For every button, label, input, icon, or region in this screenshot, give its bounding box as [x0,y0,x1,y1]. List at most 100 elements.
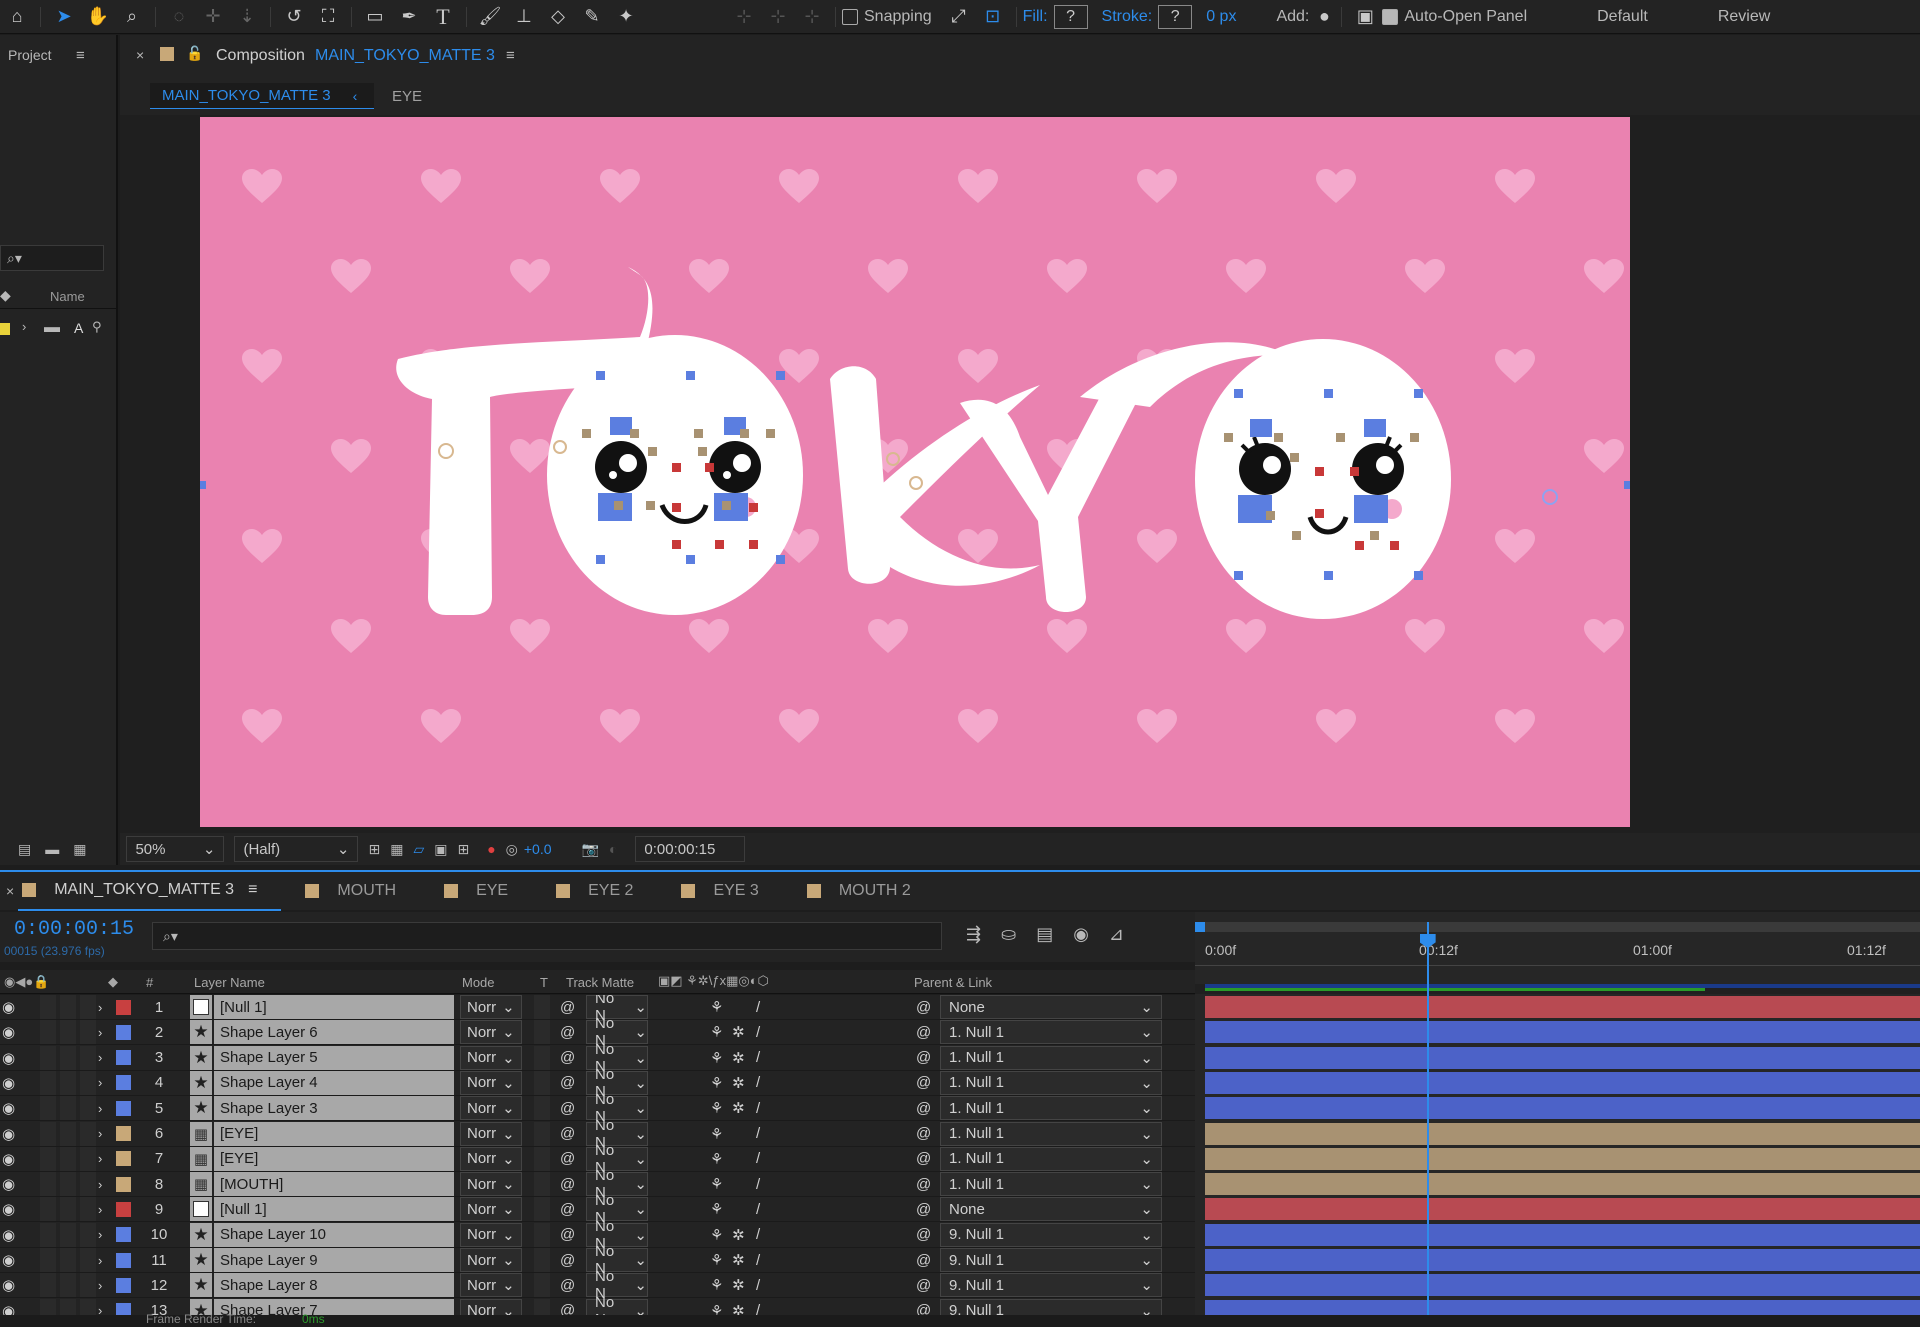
blend-mode-dropdown[interactable]: Norr ⌄ [460,1146,522,1171]
layer-duration-bar[interactable] [1205,1122,1920,1145]
matte-pickwhip-icon[interactable]: @ [560,1299,575,1315]
workspace-review[interactable]: Review [1718,8,1770,26]
quality-switch-icon[interactable]: / [756,1197,760,1221]
exposure-value[interactable]: +0.0 [524,841,552,857]
matte-pickwhip-icon[interactable]: @ [560,1071,575,1095]
layer-label-swatch[interactable] [116,1100,131,1116]
expand-chevron-icon[interactable]: › [98,1248,102,1272]
lock-toggle[interactable] [80,1045,96,1070]
rotation-tool-icon[interactable]: ↺ [277,0,311,34]
preserve-transparency-toggle[interactable] [534,1121,550,1146]
eraser-tool-icon[interactable]: ◇ [541,0,575,34]
matte-pickwhip-icon[interactable]: @ [560,1248,575,1272]
orbit-camera-icon[interactable]: ◌ [162,0,196,34]
timeline-graph-area[interactable]: 0:00f 00:12f 01:00f 01:12f [1195,912,1920,1322]
parent-pickwhip-icon[interactable]: @ [916,1096,931,1120]
layer-name[interactable]: [Null 1] [214,995,454,1019]
resolution-dropdown[interactable]: (Half) ⌄ [234,836,359,862]
expand-chevron-icon[interactable]: › [98,1197,102,1221]
parent-dropdown[interactable]: 1. Null 1 ⌄ [940,1121,1162,1146]
layer-duration-bar[interactable] [1205,1071,1920,1094]
parent-dropdown[interactable]: 9. Null 1 ⌄ [940,1298,1162,1315]
fast-previews-icon[interactable]: ⊞ [368,841,380,858]
layer-duration-bar[interactable] [1205,1046,1920,1069]
blend-mode-dropdown[interactable]: Norr ⌄ [460,1222,522,1247]
quality-switch-icon[interactable]: / [756,1299,760,1315]
blend-mode-dropdown[interactable]: Norr ⌄ [460,1273,522,1298]
solo-toggle[interactable] [60,1045,76,1070]
layer-label-swatch[interactable] [116,1201,131,1217]
solo-toggle[interactable] [60,1146,76,1171]
region-of-interest-icon[interactable]: ▣ [434,841,447,858]
layer-label-swatch[interactable] [116,1151,131,1167]
parent-dropdown[interactable]: 1. Null 1 ⌄ [940,1146,1162,1171]
parent-pickwhip-icon[interactable]: @ [916,1071,931,1095]
world-axis-icon[interactable]: ⊹ [761,0,795,34]
layer-label-swatch[interactable] [116,1126,131,1141]
current-time-display[interactable]: 0:00:00:15 [635,836,746,862]
matte-pickwhip-icon[interactable]: @ [560,1122,575,1146]
zoom-tool-icon[interactable]: ⌕ [115,0,149,34]
layer-label-swatch[interactable] [116,1303,131,1315]
transparency-grid-icon[interactable]: ▦ [390,841,403,858]
solo-toggle[interactable] [60,1096,76,1121]
shy-switch-icon[interactable]: ⚘ [710,1248,723,1272]
preserve-transparency-toggle[interactable] [534,1172,550,1197]
composition-canvas[interactable] [200,117,1630,827]
quality-switch-icon[interactable]: / [756,1223,760,1247]
parent-pickwhip-icon[interactable]: @ [916,995,931,1019]
visibility-eye-icon[interactable]: ◉ [2,1096,15,1120]
quality-switch-icon[interactable]: / [756,1172,760,1196]
project-title[interactable]: Project [8,47,52,63]
layer-label-swatch[interactable] [116,1277,131,1293]
shy-layers-icon[interactable]: ⛀ [1001,924,1016,945]
layer-label-swatch[interactable] [116,1075,131,1091]
matte-pickwhip-icon[interactable]: @ [560,1147,575,1171]
expand-chevron-icon[interactable]: › [98,1071,102,1095]
layer-name[interactable]: Shape Layer 3 [214,1096,454,1121]
show-snapshot-icon[interactable]: ◐ [609,841,617,857]
parent-dropdown[interactable]: 1. Null 1 ⌄ [940,1070,1162,1095]
preserve-transparency-toggle[interactable] [534,1096,550,1121]
preserve-transparency-toggle[interactable] [534,995,550,1019]
parent-dropdown[interactable]: None ⌄ [940,995,1162,1019]
preserve-transparency-toggle[interactable] [534,1045,550,1070]
solo-toggle[interactable] [60,1070,76,1095]
parent-dropdown[interactable]: 1. Null 1 ⌄ [940,1172,1162,1197]
parent-pickwhip-icon[interactable]: @ [916,1273,931,1297]
layer-duration-bar[interactable] [1205,1173,1920,1196]
layer-search-input[interactable]: ⌕▾ [152,922,942,950]
blend-mode-dropdown[interactable]: Norr ⌄ [460,1121,522,1146]
quality-switch-icon[interactable]: / [756,1248,760,1272]
work-area-start-handle[interactable] [1195,922,1205,932]
layer-duration-bar[interactable] [1205,1249,1920,1271]
project-folder-item[interactable]: › ▬ A ⚲ [0,317,118,341]
clone-stamp-tool-icon[interactable]: ⊥ [507,0,541,34]
label-header-icon[interactable]: ◆ [108,974,118,990]
composition-name[interactable]: MAIN_TOKYO_MATTE 3 [315,47,495,65]
motion-blur-icon[interactable]: ◉ [1073,924,1089,945]
matte-pickwhip-icon[interactable]: @ [560,995,575,1019]
project-search-input[interactable]: ⌕▾ [0,245,104,271]
audio-toggle[interactable] [40,1273,56,1298]
visibility-eye-icon[interactable]: ◉ [2,1273,15,1297]
fill-swatch[interactable]: ? [1053,4,1088,29]
layer-duration-bar[interactable] [1205,1147,1920,1170]
rectangle-tool-icon[interactable]: ▭ [358,0,392,34]
dolly-camera-icon[interactable]: ⇣ [230,0,264,34]
guides-options-icon[interactable]: ⊞ [457,841,469,858]
lock-toggle[interactable] [80,1172,96,1197]
layer-duration-bar[interactable] [1205,1223,1920,1246]
solo-toggle[interactable] [60,1020,76,1045]
matte-pickwhip-icon[interactable]: @ [560,1096,575,1120]
mask-visibility-icon[interactable]: ▱ [413,841,424,858]
puppet-pin-tool-icon[interactable]: ✦ [609,0,643,34]
audio-toggle[interactable] [40,995,56,1019]
close-panel-icon[interactable]: × [136,47,144,63]
layer-duration-bar[interactable] [1205,1274,1920,1297]
project-menu-icon[interactable]: ≡ [76,47,85,64]
shy-switch-icon[interactable]: ⚘ [710,1273,723,1297]
layer-name[interactable]: [EYE] [214,1146,454,1171]
panel-toggle-icon[interactable]: ▣ [1348,0,1382,34]
parent-pickwhip-icon[interactable]: @ [916,1172,931,1196]
